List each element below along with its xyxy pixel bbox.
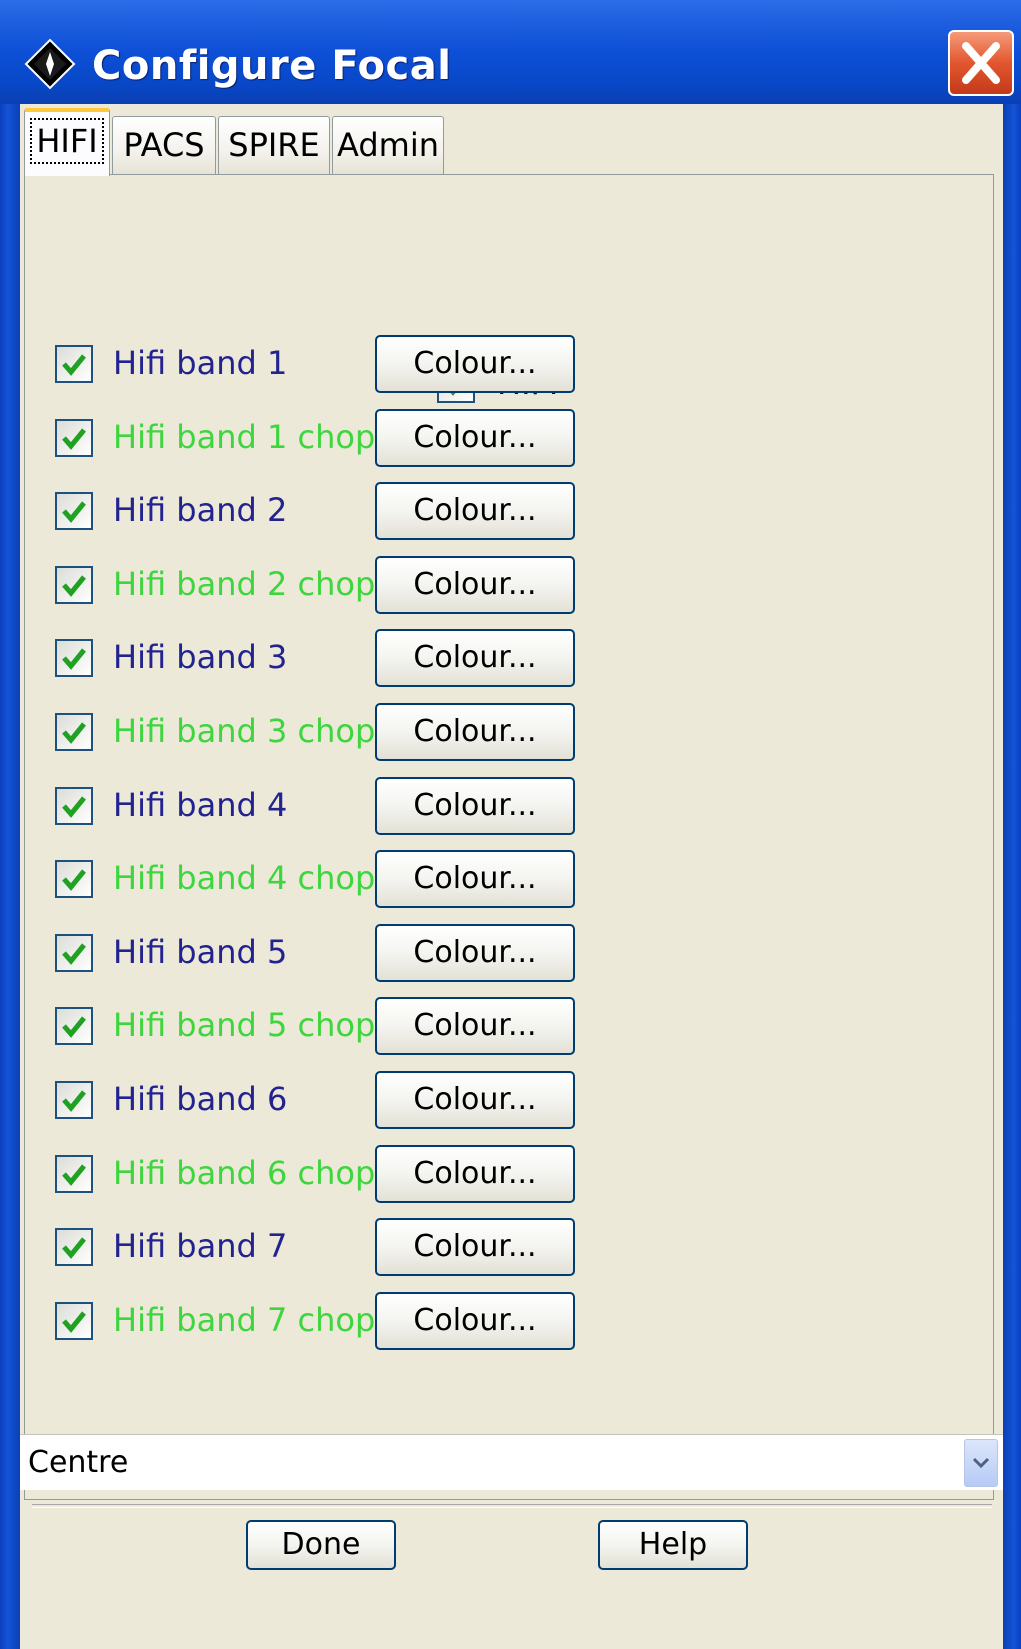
app-diamond-icon (24, 38, 76, 90)
colour-button[interactable]: Colour... (375, 335, 575, 393)
colour-button[interactable]: Colour... (375, 923, 575, 982)
band-checkbox[interactable] (55, 713, 93, 751)
footer-divider (32, 1504, 992, 1508)
checkmark-icon (62, 796, 86, 818)
checkmark-icon (62, 943, 86, 965)
band-label: Hifi band 1 (113, 344, 288, 382)
checkmark-icon (62, 575, 86, 597)
done-button[interactable]: Done (246, 1520, 396, 1570)
checkmark-icon (62, 1164, 86, 1186)
tab-hifi[interactable]: HIFI (24, 108, 110, 176)
position-select[interactable]: Centre (20, 1434, 1003, 1490)
band-label: Hifi band 1 chop (113, 417, 376, 456)
close-button[interactable] (948, 30, 1014, 96)
tab-spire-label: SPIRE (228, 126, 320, 164)
colour-button[interactable]: Colour... (375, 997, 575, 1056)
band-checkbox[interactable] (55, 860, 93, 899)
tab-pacs[interactable]: PACS (112, 116, 216, 174)
colour-button[interactable]: Colour... (375, 703, 575, 761)
checkmark-icon (62, 354, 86, 376)
band-label: Hifi band 7 (113, 1227, 288, 1266)
tab-hifi-label: HIFI (30, 118, 104, 164)
chevron-down-icon (972, 1457, 990, 1469)
band-checkbox[interactable] (55, 1007, 93, 1046)
hifi-tab-panel: HIFI Hifi band 1Colour...Hifi band 1 cho… (24, 174, 994, 1500)
band-checkbox[interactable] (55, 418, 93, 457)
colour-button[interactable]: Colour... (375, 555, 575, 614)
tab-pacs-label: PACS (123, 126, 205, 164)
configure-focal-dialog: Configure Focal HIFI PACS SPIRE Admin Hi… (0, 0, 1021, 1649)
band-label: Hifi band 6 chop (113, 1153, 376, 1192)
colour-button[interactable]: Colour... (375, 1071, 575, 1129)
band-checkbox[interactable] (55, 345, 93, 383)
colour-button[interactable]: Colour... (375, 408, 575, 467)
window-border-left (0, 0, 20, 1649)
band-checkbox[interactable] (55, 1301, 93, 1340)
checkmark-icon (62, 722, 86, 744)
checkmark-icon (62, 428, 86, 450)
band-label: Hifi band 2 (113, 491, 288, 530)
close-icon (962, 42, 1000, 84)
band-label: Hifi band 2 chop (113, 564, 376, 603)
band-checkbox[interactable] (55, 933, 93, 972)
band-checkbox[interactable] (55, 565, 93, 604)
checkmark-icon (62, 1090, 86, 1112)
tab-admin[interactable]: Admin (332, 116, 444, 174)
colour-button[interactable]: Colour... (375, 629, 575, 688)
tab-admin-label: Admin (337, 126, 439, 164)
window-title: Configure Focal (92, 43, 452, 89)
checkmark-icon (62, 1237, 86, 1260)
help-button[interactable]: Help (598, 1520, 748, 1570)
checkmark-icon (62, 869, 86, 892)
tab-spire[interactable]: SPIRE (218, 116, 330, 174)
band-label: Hifi band 7 chop (113, 1300, 376, 1339)
checkmark-icon (62, 1311, 86, 1333)
band-label: Hifi band 4 chop (113, 859, 376, 898)
window-border-right (1003, 0, 1021, 1649)
checkmark-icon (62, 1016, 86, 1039)
colour-button[interactable]: Colour... (375, 1218, 575, 1277)
colour-button[interactable]: Colour... (375, 850, 575, 909)
colour-button[interactable]: Colour... (375, 1291, 575, 1350)
band-label: Hifi band 5 chop (113, 1006, 376, 1045)
colour-button[interactable]: Colour... (375, 482, 575, 541)
checkmark-icon (62, 501, 86, 524)
band-label: Hifi band 5 (113, 932, 288, 971)
band-checkbox[interactable] (55, 492, 93, 531)
band-label: Hifi band 3 chop (113, 712, 376, 750)
dialog-content: HIFI PACS SPIRE Admin HIFI Hifi band 1Co… (20, 104, 1003, 1649)
band-checkbox[interactable] (55, 786, 93, 825)
band-checkbox[interactable] (55, 1228, 93, 1267)
colour-button[interactable]: Colour... (375, 1144, 575, 1203)
dropdown-button[interactable] (964, 1439, 998, 1487)
band-label: Hifi band 4 (113, 785, 288, 824)
band-checkbox[interactable] (55, 1154, 93, 1193)
checkmark-icon (62, 648, 86, 671)
band-label: Hifi band 6 (113, 1080, 288, 1118)
position-select-value: Centre (28, 1445, 129, 1480)
band-checkbox[interactable] (55, 1081, 93, 1119)
colour-button[interactable]: Colour... (375, 776, 575, 835)
title-bar[interactable]: Configure Focal (0, 0, 1021, 104)
band-checkbox[interactable] (55, 639, 93, 678)
band-label: Hifi band 3 (113, 638, 288, 677)
